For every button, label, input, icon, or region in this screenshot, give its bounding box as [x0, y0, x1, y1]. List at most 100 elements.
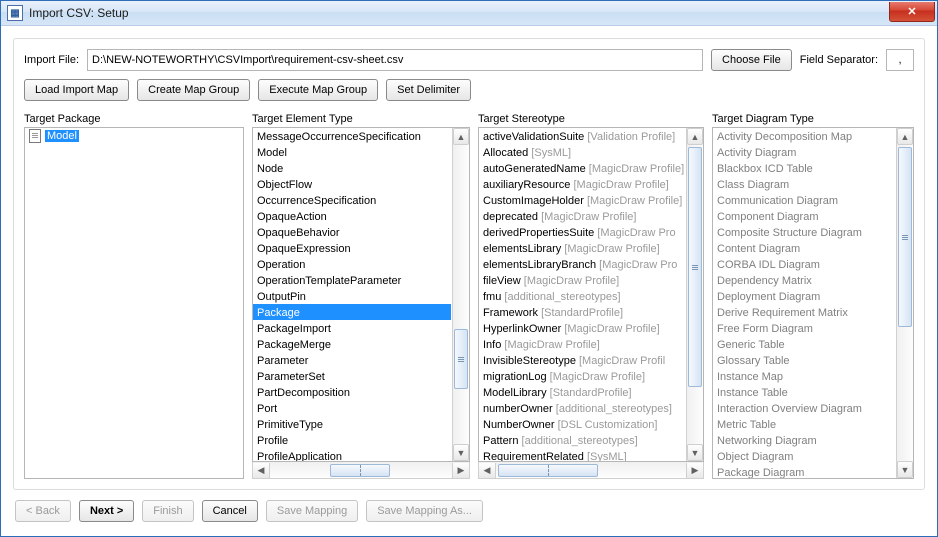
list-item[interactable]: OpaqueAction: [253, 208, 451, 224]
list-item[interactable]: Operation: [253, 256, 451, 272]
scroll-thumb[interactable]: [688, 147, 702, 387]
list-item[interactable]: Blackbox ICD Table: [713, 160, 895, 176]
list-item[interactable]: Activity Decomposition Map: [713, 128, 895, 144]
list-item[interactable]: Info [MagicDraw Profile]: [479, 336, 685, 352]
choose-file-button[interactable]: Choose File: [711, 49, 792, 71]
list-item[interactable]: Interaction Overview Diagram: [713, 400, 895, 416]
list-item[interactable]: CORBA IDL Diagram: [713, 256, 895, 272]
list-item[interactable]: OccurrenceSpecification: [253, 192, 451, 208]
vertical-scrollbar[interactable]: ▲ ▼: [686, 128, 703, 461]
list-item[interactable]: Free Form Diagram: [713, 320, 895, 336]
scroll-left-icon[interactable]: ◀: [253, 463, 270, 478]
horizontal-scrollbar[interactable]: ◀ ▶: [478, 462, 704, 479]
list-item[interactable]: NumberOwner [DSL Customization]: [479, 416, 685, 432]
scroll-down-icon[interactable]: ▼: [897, 461, 913, 478]
list-item[interactable]: numberOwner [additional_stereotypes]: [479, 400, 685, 416]
target-package-tree[interactable]: Model: [24, 127, 244, 479]
list-item[interactable]: Port: [253, 400, 451, 416]
list-item[interactable]: Object Diagram: [713, 448, 895, 464]
list-item[interactable]: PrimitiveType: [253, 416, 451, 432]
list-item[interactable]: fmu [additional_stereotypes]: [479, 288, 685, 304]
list-item[interactable]: Deployment Diagram: [713, 288, 895, 304]
list-item[interactable]: Framework [StandardProfile]: [479, 304, 685, 320]
list-item[interactable]: autoGeneratedName [MagicDraw Profile]: [479, 160, 685, 176]
list-item[interactable]: Profile: [253, 432, 451, 448]
scroll-thumb[interactable]: [330, 464, 390, 477]
scroll-left-icon[interactable]: ◀: [479, 463, 496, 478]
create-map-group-button[interactable]: Create Map Group: [137, 79, 250, 101]
scroll-down-icon[interactable]: ▼: [453, 444, 469, 461]
scroll-right-icon[interactable]: ▶: [452, 463, 469, 478]
import-file-input[interactable]: [87, 49, 703, 71]
next-button[interactable]: Next >: [79, 500, 134, 522]
load-import-map-button[interactable]: Load Import Map: [24, 79, 129, 101]
titlebar: ▦ Import CSV: Setup ✕: [1, 1, 937, 26]
list-item[interactable]: elementsLibrary [MagicDraw Profile]: [479, 240, 685, 256]
scroll-thumb[interactable]: [898, 147, 912, 327]
list-item[interactable]: ProfileApplication: [253, 448, 451, 461]
list-item[interactable]: Package Diagram: [713, 464, 895, 478]
vertical-scrollbar[interactable]: ▲ ▼: [896, 128, 913, 478]
list-item[interactable]: OpaqueBehavior: [253, 224, 451, 240]
scroll-up-icon[interactable]: ▲: [453, 128, 469, 145]
scroll-right-icon[interactable]: ▶: [686, 463, 703, 478]
scroll-up-icon[interactable]: ▲: [687, 128, 703, 145]
list-item[interactable]: Dependency Matrix: [713, 272, 895, 288]
list-item[interactable]: Networking Diagram: [713, 432, 895, 448]
list-item[interactable]: PackageImport: [253, 320, 451, 336]
list-item[interactable]: Composite Structure Diagram: [713, 224, 895, 240]
target-element-type-list[interactable]: MessageOccurrenceSpecificationModelNodeO…: [252, 127, 470, 462]
list-item[interactable]: HyperlinkOwner [MagicDraw Profile]: [479, 320, 685, 336]
list-item[interactable]: OpaqueExpression: [253, 240, 451, 256]
list-item[interactable]: PackageMerge: [253, 336, 451, 352]
scroll-down-icon[interactable]: ▼: [687, 444, 703, 461]
set-delimiter-button[interactable]: Set Delimiter: [386, 79, 471, 101]
list-item[interactable]: OutputPin: [253, 288, 451, 304]
list-item[interactable]: Allocated [SysML]: [479, 144, 685, 160]
list-item[interactable]: elementsLibraryBranch [MagicDraw Pro: [479, 256, 685, 272]
list-item[interactable]: InvisibleStereotype [MagicDraw Profil: [479, 352, 685, 368]
target-diagram-type-list[interactable]: Activity Decomposition MapActivity Diagr…: [712, 127, 914, 479]
scroll-up-icon[interactable]: ▲: [897, 128, 913, 145]
list-item[interactable]: Derive Requirement Matrix: [713, 304, 895, 320]
field-separator-input[interactable]: [886, 49, 914, 71]
list-item[interactable]: deprecated [MagicDraw Profile]: [479, 208, 685, 224]
list-item[interactable]: Package: [253, 304, 451, 320]
list-item[interactable]: Generic Table: [713, 336, 895, 352]
scroll-thumb[interactable]: [454, 329, 468, 389]
list-item[interactable]: ParameterSet: [253, 368, 451, 384]
list-item[interactable]: Glossary Table: [713, 352, 895, 368]
list-item[interactable]: ObjectFlow: [253, 176, 451, 192]
list-item[interactable]: fileView [MagicDraw Profile]: [479, 272, 685, 288]
list-item[interactable]: Class Diagram: [713, 176, 895, 192]
list-item[interactable]: Activity Diagram: [713, 144, 895, 160]
list-item[interactable]: Metric Table: [713, 416, 895, 432]
list-item[interactable]: Instance Map: [713, 368, 895, 384]
target-stereotype-list[interactable]: activeValidationSuite [Validation Profil…: [478, 127, 704, 462]
list-item[interactable]: Instance Table: [713, 384, 895, 400]
list-item[interactable]: activeValidationSuite [Validation Profil…: [479, 128, 685, 144]
list-item[interactable]: Node: [253, 160, 451, 176]
list-item[interactable]: RequirementRelated [SysML]: [479, 448, 685, 461]
list-item[interactable]: auxiliaryResource [MagicDraw Profile]: [479, 176, 685, 192]
list-item[interactable]: derivedPropertiesSuite [MagicDraw Pro: [479, 224, 685, 240]
list-item[interactable]: migrationLog [MagicDraw Profile]: [479, 368, 685, 384]
list-item[interactable]: Content Diagram: [713, 240, 895, 256]
tree-item[interactable]: Model: [25, 128, 225, 144]
list-item[interactable]: PartDecomposition: [253, 384, 451, 400]
list-item[interactable]: MessageOccurrenceSpecification: [253, 128, 451, 144]
cancel-button[interactable]: Cancel: [202, 500, 258, 522]
list-item[interactable]: Communication Diagram: [713, 192, 895, 208]
list-item[interactable]: CustomImageHolder [MagicDraw Profile]: [479, 192, 685, 208]
execute-map-group-button[interactable]: Execute Map Group: [258, 79, 378, 101]
list-item[interactable]: ModelLibrary [StandardProfile]: [479, 384, 685, 400]
horizontal-scrollbar[interactable]: ◀ ▶: [252, 462, 470, 479]
close-button[interactable]: ✕: [889, 2, 935, 22]
list-item[interactable]: OperationTemplateParameter: [253, 272, 451, 288]
list-item[interactable]: Parameter: [253, 352, 451, 368]
list-item[interactable]: Component Diagram: [713, 208, 895, 224]
list-item[interactable]: Pattern [additional_stereotypes]: [479, 432, 685, 448]
scroll-thumb[interactable]: [498, 464, 598, 477]
list-item[interactable]: Model: [253, 144, 451, 160]
vertical-scrollbar[interactable]: ▲ ▼: [452, 128, 469, 461]
